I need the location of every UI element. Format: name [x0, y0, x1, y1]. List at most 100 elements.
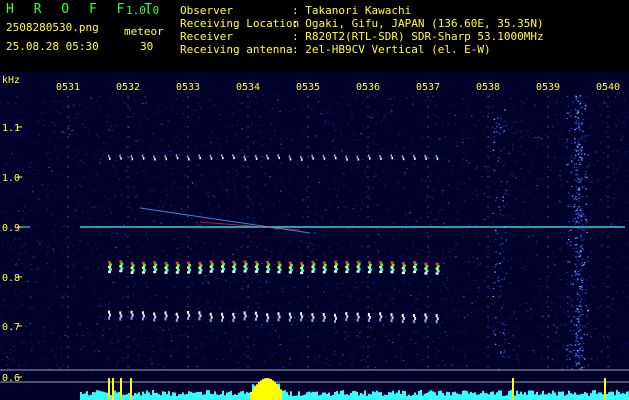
- noise-speck: [228, 320, 230, 322]
- echo-mark: [379, 270, 383, 274]
- noise-speck: [250, 216, 252, 218]
- noise-speck: [62, 364, 64, 366]
- noise-speck: [417, 282, 420, 284]
- echo-mark: [141, 271, 145, 274]
- noise-speck: [31, 191, 34, 193]
- level-bar: [326, 394, 328, 400]
- noise-speck: [322, 216, 324, 218]
- noise-speck: [560, 202, 563, 204]
- noise-speck: [234, 344, 236, 346]
- time-gridline-dot: [547, 186, 549, 188]
- echo-mark: [278, 315, 281, 319]
- band-speck: [570, 319, 573, 321]
- noise-speck: [570, 327, 572, 328]
- band-speck: [575, 173, 577, 176]
- time-gridline-dot: [67, 316, 69, 318]
- noise-speck: [73, 191, 75, 193]
- echo-mark: [266, 154, 268, 157]
- noise-speck: [460, 205, 463, 207]
- time-gridline-dot: [367, 146, 369, 148]
- noise-speck: [494, 139, 496, 140]
- noise-speck: [123, 224, 125, 226]
- noise-speck: [137, 217, 139, 219]
- noise-speck: [346, 165, 349, 167]
- noise-speck: [52, 249, 55, 251]
- noise-speck: [342, 201, 345, 203]
- noise-speck: [420, 249, 423, 251]
- noise-speck: [91, 107, 94, 109]
- noise-speck: [213, 134, 216, 136]
- noise-speck: [194, 253, 196, 255]
- time-gridline-dot: [67, 296, 69, 298]
- noise-speck: [346, 124, 349, 126]
- noise-speck: [252, 142, 254, 144]
- noise-speck: [1, 358, 4, 360]
- noise-speck: [532, 235, 534, 236]
- noise-speck: [276, 278, 278, 280]
- noise-speck: [236, 95, 239, 97]
- echo-mark: [357, 267, 361, 271]
- noise-speck: [290, 140, 293, 142]
- noise-speck: [508, 215, 510, 217]
- noise-speck: [25, 130, 28, 132]
- noise-speck: [612, 222, 614, 224]
- noise-speck: [171, 187, 173, 189]
- noise-speck: [512, 301, 515, 303]
- time-gridline-dot: [547, 226, 549, 228]
- echo-mark: [288, 312, 291, 316]
- band-speck: [577, 350, 580, 352]
- noise-speck: [341, 239, 343, 241]
- noise-speck: [402, 129, 404, 131]
- noise-speck: [152, 328, 155, 330]
- noise-speck: [124, 234, 126, 235]
- noise-speck: [601, 244, 604, 246]
- noise-speck: [95, 205, 97, 207]
- noise-speck: [264, 360, 266, 362]
- noise-speck: [181, 262, 184, 264]
- band-speck: [574, 355, 576, 357]
- noise-speck: [409, 263, 411, 265]
- noise-speck: [447, 202, 450, 204]
- noise-speck: [510, 257, 513, 259]
- band-speck: [566, 242, 569, 244]
- noise-speck: [549, 169, 552, 171]
- noise-speck: [1, 203, 3, 205]
- noise-speck: [411, 307, 413, 309]
- noise-speck: [402, 254, 404, 256]
- spectrogram-plot: 0531 0532 0533 0534 0535 0536 0537 0538 0539 0540…: [0, 72, 629, 400]
- band-speck: [578, 330, 580, 332]
- noise-speck: [32, 257, 34, 259]
- noise-speck: [597, 198, 600, 200]
- band-speck: [577, 141, 579, 143]
- band-speck: [499, 262, 501, 265]
- level-bar: [456, 393, 458, 400]
- noise-speck: [157, 363, 160, 365]
- noise-speck: [559, 177, 562, 179]
- noise-speck: [264, 183, 266, 185]
- noise-speck: [571, 110, 574, 112]
- noise-speck: [232, 181, 234, 183]
- level-bar: [354, 390, 356, 400]
- time-gridline-dot: [487, 136, 489, 138]
- noise-speck: [213, 265, 216, 267]
- noise-speck: [337, 207, 339, 209]
- band-speck: [579, 104, 581, 106]
- noise-speck: [488, 327, 491, 329]
- band-speck: [576, 324, 578, 326]
- band-speck: [578, 228, 581, 230]
- noise-speck: [463, 296, 465, 298]
- band-speck: [581, 263, 584, 265]
- echo-mark: [109, 268, 112, 271]
- level-bar: [574, 392, 576, 400]
- band-speck: [499, 209, 502, 211]
- noise-speck: [508, 343, 510, 344]
- noise-speck: [495, 251, 497, 253]
- noise-speck: [377, 249, 379, 251]
- noise-speck: [62, 136, 65, 138]
- band-speck: [582, 278, 585, 280]
- noise-speck: [219, 188, 222, 190]
- noise-speck: [29, 291, 32, 293]
- noise-speck: [79, 104, 81, 105]
- level-bar: [418, 390, 420, 400]
- noise-speck: [294, 317, 296, 319]
